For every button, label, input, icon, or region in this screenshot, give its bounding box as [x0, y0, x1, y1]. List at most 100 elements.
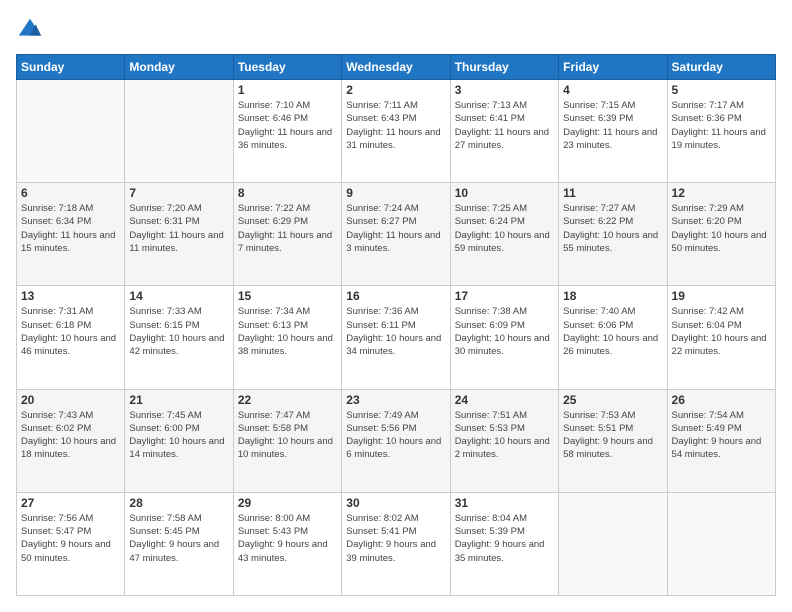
day-number: 27: [21, 496, 120, 510]
weekday-header-monday: Monday: [125, 55, 233, 80]
day-info: Sunrise: 7:20 AM Sunset: 6:31 PM Dayligh…: [129, 202, 228, 255]
week-row-3: 20 Sunrise: 7:43 AM Sunset: 6:02 PM Dayli…: [17, 389, 776, 492]
calendar-table: SundayMondayTuesdayWednesdayThursdayFrid…: [16, 54, 776, 596]
calendar-cell: 29 Sunrise: 8:00 AM Sunset: 5:43 PM Dayli…: [233, 492, 341, 595]
weekday-header-tuesday: Tuesday: [233, 55, 341, 80]
week-row-1: 6 Sunrise: 7:18 AM Sunset: 6:34 PM Daylig…: [17, 183, 776, 286]
day-number: 22: [238, 393, 337, 407]
day-info: Sunrise: 8:02 AM Sunset: 5:41 PM Dayligh…: [346, 512, 445, 565]
calendar-cell: 25 Sunrise: 7:53 AM Sunset: 5:51 PM Dayli…: [559, 389, 667, 492]
day-info: Sunrise: 7:45 AM Sunset: 6:00 PM Dayligh…: [129, 409, 228, 462]
calendar-cell: 20 Sunrise: 7:43 AM Sunset: 6:02 PM Dayli…: [17, 389, 125, 492]
day-info: Sunrise: 8:04 AM Sunset: 5:39 PM Dayligh…: [455, 512, 554, 565]
week-row-4: 27 Sunrise: 7:56 AM Sunset: 5:47 PM Dayli…: [17, 492, 776, 595]
weekday-header-wednesday: Wednesday: [342, 55, 450, 80]
calendar-cell: 3 Sunrise: 7:13 AM Sunset: 6:41 PM Daylig…: [450, 80, 558, 183]
day-info: Sunrise: 7:43 AM Sunset: 6:02 PM Dayligh…: [21, 409, 120, 462]
calendar-cell: 27 Sunrise: 7:56 AM Sunset: 5:47 PM Dayli…: [17, 492, 125, 595]
calendar-cell: 26 Sunrise: 7:54 AM Sunset: 5:49 PM Dayli…: [667, 389, 775, 492]
day-info: Sunrise: 7:11 AM Sunset: 6:43 PM Dayligh…: [346, 99, 445, 152]
weekday-header-row: SundayMondayTuesdayWednesdayThursdayFrid…: [17, 55, 776, 80]
calendar-cell: 4 Sunrise: 7:15 AM Sunset: 6:39 PM Daylig…: [559, 80, 667, 183]
calendar-cell: 10 Sunrise: 7:25 AM Sunset: 6:24 PM Dayli…: [450, 183, 558, 286]
logo-icon: [16, 16, 44, 44]
day-info: Sunrise: 7:49 AM Sunset: 5:56 PM Dayligh…: [346, 409, 445, 462]
day-number: 4: [563, 83, 662, 97]
week-row-0: 1 Sunrise: 7:10 AM Sunset: 6:46 PM Daylig…: [17, 80, 776, 183]
day-number: 1: [238, 83, 337, 97]
day-info: Sunrise: 7:18 AM Sunset: 6:34 PM Dayligh…: [21, 202, 120, 255]
day-number: 24: [455, 393, 554, 407]
day-number: 10: [455, 186, 554, 200]
day-info: Sunrise: 7:31 AM Sunset: 6:18 PM Dayligh…: [21, 305, 120, 358]
calendar-cell: 15Sunrise: 7:34 AM Sunset: 6:13 PM Dayli…: [233, 286, 341, 389]
calendar-cell: 24Sunrise: 7:51 AM Sunset: 5:53 PM Dayli…: [450, 389, 558, 492]
day-info: Sunrise: 7:53 AM Sunset: 5:51 PM Dayligh…: [563, 409, 662, 462]
weekday-header-friday: Friday: [559, 55, 667, 80]
day-number: 19: [672, 289, 771, 303]
day-number: 21: [129, 393, 228, 407]
day-number: 14: [129, 289, 228, 303]
day-number: 25: [563, 393, 662, 407]
calendar-cell: 2 Sunrise: 7:11 AM Sunset: 6:43 PM Daylig…: [342, 80, 450, 183]
calendar-cell: [125, 80, 233, 183]
calendar-cell: 22 Sunrise: 7:47 AM Sunset: 5:58 PM Dayli…: [233, 389, 341, 492]
calendar-cell: 30 Sunrise: 8:02 AM Sunset: 5:41 PM Dayli…: [342, 492, 450, 595]
day-number: 29: [238, 496, 337, 510]
day-number: 26: [672, 393, 771, 407]
page: SundayMondayTuesdayWednesdayThursdayFrid…: [0, 0, 792, 612]
weekday-header-sunday: Sunday: [17, 55, 125, 80]
calendar-cell: 17 Sunrise: 7:38 AM Sunset: 6:09 PM Dayli…: [450, 286, 558, 389]
day-number: 15: [238, 289, 337, 303]
day-number: 5: [672, 83, 771, 97]
day-info: Sunrise: 7:10 AM Sunset: 6:46 PM Dayligh…: [238, 99, 337, 152]
day-number: 30: [346, 496, 445, 510]
day-info: Sunrise: 7:47 AM Sunset: 5:58 PM Dayligh…: [238, 409, 337, 462]
calendar-cell: 12 Sunrise: 7:29 AM Sunset: 6:20 PM Dayli…: [667, 183, 775, 286]
day-number: 31: [455, 496, 554, 510]
calendar-cell: 9Sunrise: 7:24 AM Sunset: 6:27 PM Daylig…: [342, 183, 450, 286]
weekday-header-saturday: Saturday: [667, 55, 775, 80]
day-number: 13: [21, 289, 120, 303]
day-number: 28: [129, 496, 228, 510]
calendar-cell: 8Sunrise: 7:22 AM Sunset: 6:29 PM Daylig…: [233, 183, 341, 286]
day-info: Sunrise: 7:42 AM Sunset: 6:04 PM Dayligh…: [672, 305, 771, 358]
calendar-cell: 5 Sunrise: 7:17 AM Sunset: 6:36 PM Daylig…: [667, 80, 775, 183]
calendar-cell: [667, 492, 775, 595]
day-number: 16: [346, 289, 445, 303]
calendar-cell: 21 Sunrise: 7:45 AM Sunset: 6:00 PM Dayli…: [125, 389, 233, 492]
weekday-header-thursday: Thursday: [450, 55, 558, 80]
day-number: 23: [346, 393, 445, 407]
calendar-cell: 18Sunrise: 7:40 AM Sunset: 6:06 PM Dayli…: [559, 286, 667, 389]
day-info: Sunrise: 7:13 AM Sunset: 6:41 PM Dayligh…: [455, 99, 554, 152]
calendar-cell: 14Sunrise: 7:33 AM Sunset: 6:15 PM Dayli…: [125, 286, 233, 389]
header: [16, 16, 776, 44]
week-row-2: 13 Sunrise: 7:31 AM Sunset: 6:18 PM Dayli…: [17, 286, 776, 389]
logo: [16, 16, 48, 44]
calendar-cell: 1 Sunrise: 7:10 AM Sunset: 6:46 PM Daylig…: [233, 80, 341, 183]
day-info: Sunrise: 7:27 AM Sunset: 6:22 PM Dayligh…: [563, 202, 662, 255]
day-number: 3: [455, 83, 554, 97]
day-number: 17: [455, 289, 554, 303]
day-number: 2: [346, 83, 445, 97]
day-info: Sunrise: 7:29 AM Sunset: 6:20 PM Dayligh…: [672, 202, 771, 255]
calendar-cell: 28Sunrise: 7:58 AM Sunset: 5:45 PM Dayli…: [125, 492, 233, 595]
calendar-cell: [559, 492, 667, 595]
day-info: Sunrise: 7:25 AM Sunset: 6:24 PM Dayligh…: [455, 202, 554, 255]
calendar-cell: 16Sunrise: 7:36 AM Sunset: 6:11 PM Dayli…: [342, 286, 450, 389]
day-info: Sunrise: 7:40 AM Sunset: 6:06 PM Dayligh…: [563, 305, 662, 358]
calendar-cell: 19 Sunrise: 7:42 AM Sunset: 6:04 PM Dayli…: [667, 286, 775, 389]
day-info: Sunrise: 7:22 AM Sunset: 6:29 PM Dayligh…: [238, 202, 337, 255]
day-info: Sunrise: 7:38 AM Sunset: 6:09 PM Dayligh…: [455, 305, 554, 358]
day-info: Sunrise: 8:00 AM Sunset: 5:43 PM Dayligh…: [238, 512, 337, 565]
day-number: 6: [21, 186, 120, 200]
day-number: 7: [129, 186, 228, 200]
day-number: 12: [672, 186, 771, 200]
day-info: Sunrise: 7:54 AM Sunset: 5:49 PM Dayligh…: [672, 409, 771, 462]
day-info: Sunrise: 7:15 AM Sunset: 6:39 PM Dayligh…: [563, 99, 662, 152]
day-info: Sunrise: 7:17 AM Sunset: 6:36 PM Dayligh…: [672, 99, 771, 152]
calendar-cell: 31 Sunrise: 8:04 AM Sunset: 5:39 PM Dayli…: [450, 492, 558, 595]
calendar-cell: 7 Sunrise: 7:20 AM Sunset: 6:31 PM Daylig…: [125, 183, 233, 286]
day-number: 20: [21, 393, 120, 407]
day-info: Sunrise: 7:56 AM Sunset: 5:47 PM Dayligh…: [21, 512, 120, 565]
